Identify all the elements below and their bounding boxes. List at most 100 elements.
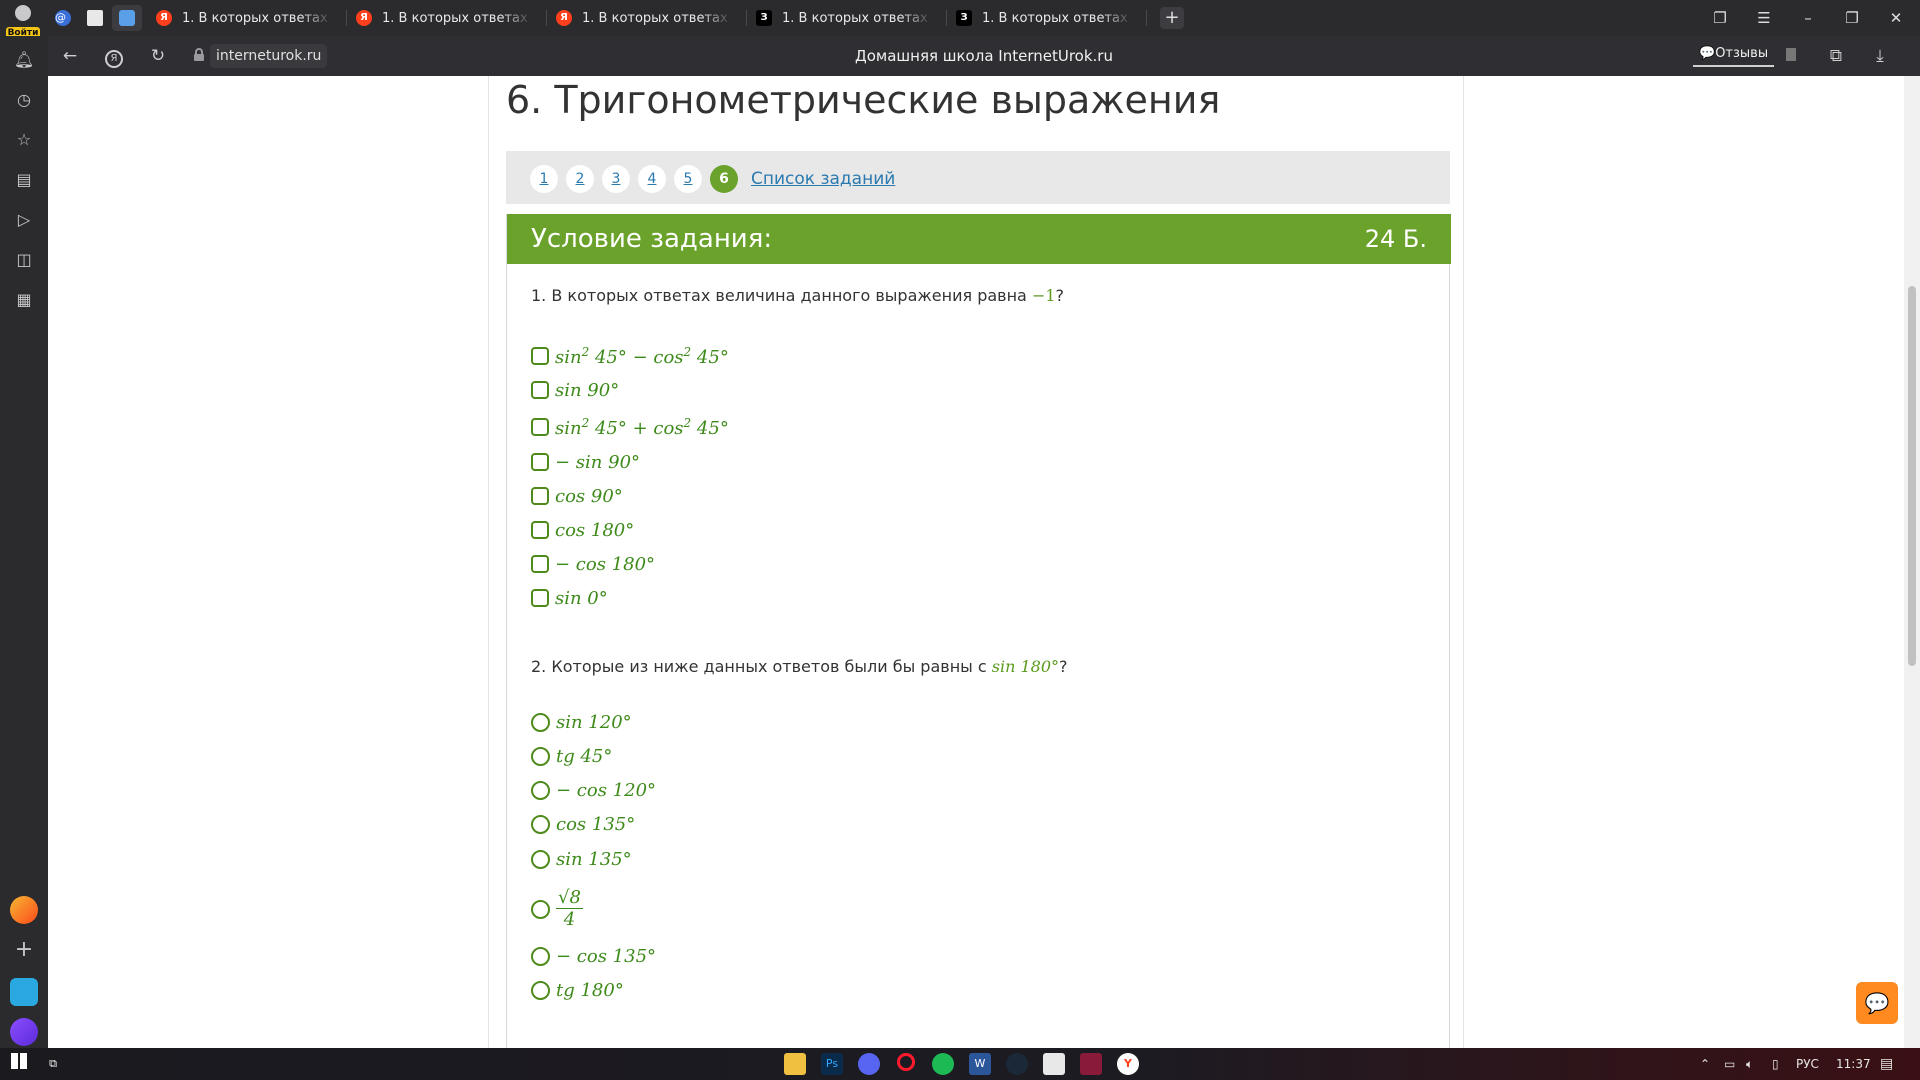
checkbox[interactable] [531,381,549,399]
page-link-5[interactable]: 5 [674,165,702,193]
tabs-collection-icon[interactable]: ❐ [1705,6,1735,30]
radio-button[interactable] [531,849,550,869]
reload-icon[interactable]: ↻ [146,44,170,68]
page-link-1[interactable]: 1 [530,165,558,193]
browser-tab[interactable]: Я 1. В которых ответах вели [350,4,546,32]
opera-icon[interactable] [895,1053,917,1075]
app-icon[interactable] [1080,1053,1102,1075]
file-explorer-icon[interactable] [784,1053,806,1075]
browser-tab[interactable]: Я 1. В которых ответах вели [550,4,746,32]
minimize-icon[interactable]: – [1793,6,1823,30]
apps-grid-icon[interactable]: ▦ [12,288,36,312]
scrollbar-thumb[interactable] [1908,286,1916,666]
answer-option[interactable]: cos 135° [531,812,635,836]
answer-option[interactable]: √8 4 [531,886,583,932]
answer-formula: cos 90° [555,485,623,507]
page-link-2[interactable]: 2 [566,165,594,193]
browser-tab[interactable]: З 1. В которых ответах вели [950,4,1146,32]
spotify-icon[interactable] [932,1053,954,1075]
alice-assistant-icon[interactable] [10,1018,38,1046]
screenshot-icon[interactable]: ◫ [12,248,36,272]
answer-option[interactable]: sin 0° [531,586,608,610]
answer-option[interactable]: tg 45° [531,744,612,768]
volume-icon[interactable]: 🔈︎ [1746,1048,1753,1080]
page-link-3[interactable]: 3 [602,165,630,193]
answer-formula: cos 135° [556,813,636,835]
checkbox[interactable] [531,418,549,436]
food-app-icon[interactable] [10,896,38,924]
windows-start-icon[interactable] [8,1053,30,1075]
checkbox[interactable] [531,589,549,607]
radio-button[interactable] [531,899,550,919]
answer-option[interactable]: cos 180° [531,518,634,542]
answer-option[interactable]: − sin 90° [531,450,640,474]
browser-tab[interactable]: З 1. В которых ответах вели [750,4,946,32]
radio-button[interactable] [531,946,550,966]
checkbox[interactable] [531,521,549,539]
answer-formula: − cos 180° [555,553,656,575]
bookmark-icon[interactable] [1779,44,1803,68]
url-field[interactable]: interneturok.ru [210,44,328,68]
reviews-button[interactable]: 💬Отзывы [1693,43,1775,67]
notes-icon[interactable]: ▤ [12,168,36,192]
checkbox[interactable] [531,487,549,505]
clock[interactable]: 11:37 [1836,1048,1871,1080]
answer-option[interactable]: − cos 135° [531,944,656,968]
back-arrow-icon[interactable]: ← [58,44,82,68]
notepad-icon[interactable] [1043,1053,1065,1075]
network-icon[interactable]: ▭ [1724,1048,1735,1080]
answer-option[interactable]: sin2 45° − cos2 45° [531,344,729,368]
task-view-icon[interactable]: ⧉ [42,1053,64,1075]
checkbox[interactable] [531,347,549,365]
radio-button[interactable] [531,712,550,732]
yandex-logo-icon[interactable]: Я [102,44,126,68]
star-icon[interactable]: ☆ [12,128,36,152]
pinned-tab-messenger[interactable] [112,5,142,31]
language-indicator[interactable]: РУС [1796,1048,1819,1080]
close-icon[interactable]: ✕ [1881,6,1911,30]
discord-icon[interactable] [858,1053,880,1075]
checkbox[interactable] [531,453,549,471]
answer-formula: sin 90° [555,379,620,401]
radio-button[interactable] [531,746,550,766]
play-icon[interactable]: ▷ [12,208,36,232]
steam-icon[interactable] [1006,1053,1028,1075]
radio-button[interactable] [531,814,550,834]
answer-option[interactable]: sin 120° [531,710,632,734]
page-scrollbar[interactable] [1904,76,1920,1048]
menu-icon[interactable]: ☰ [1749,6,1779,30]
speech-bubble-icon: 💬 [1699,46,1716,61]
new-tab-button[interactable]: + [1160,7,1184,29]
answer-option[interactable]: − cos 180° [531,552,655,576]
browser-tab[interactable]: Я 1. В которых ответах вели [150,4,346,32]
tray-chevron-icon[interactable]: ⌃ [1700,1048,1710,1080]
profile-button[interactable]: Войти [4,3,42,40]
answer-option[interactable]: sin2 45° + cos2 45° [531,415,729,439]
bell-icon[interactable]: 🔔︎ [12,48,36,72]
send-app-icon[interactable] [10,978,38,1006]
collections-icon[interactable]: ⧉ [1824,44,1848,68]
word-icon[interactable]: W [969,1053,991,1075]
download-icon[interactable]: ⤓ [1868,44,1892,68]
page-link-4[interactable]: 4 [638,165,666,193]
pinned-tab-app[interactable] [80,5,110,31]
answer-option[interactable]: sin 90° [531,378,619,402]
add-app-icon[interactable]: + [12,938,36,962]
pinned-tab-mail[interactable]: @ [48,5,78,31]
page-link-6-current[interactable]: 6 [710,165,738,193]
notifications-icon[interactable]: ▤ [1880,1048,1893,1080]
answer-option[interactable]: sin 135° [531,847,632,871]
answer-option[interactable]: tg 180° [531,978,624,1002]
restore-icon[interactable]: ❐ [1837,6,1867,30]
battery-icon[interactable]: ▯ [1772,1048,1779,1080]
radio-button[interactable] [531,980,550,1000]
chat-support-button[interactable]: 💬 [1856,982,1898,1024]
answer-option[interactable]: − cos 120° [531,778,656,802]
history-clock-icon[interactable]: ◷ [12,88,36,112]
photoshop-icon[interactable]: Ps [821,1053,843,1075]
answer-option[interactable]: cos 90° [531,484,623,508]
checkbox[interactable] [531,555,549,573]
task-list-link[interactable]: Список заданий [751,165,895,193]
yandex-browser-icon[interactable]: Y [1117,1053,1139,1075]
radio-button[interactable] [531,780,550,800]
